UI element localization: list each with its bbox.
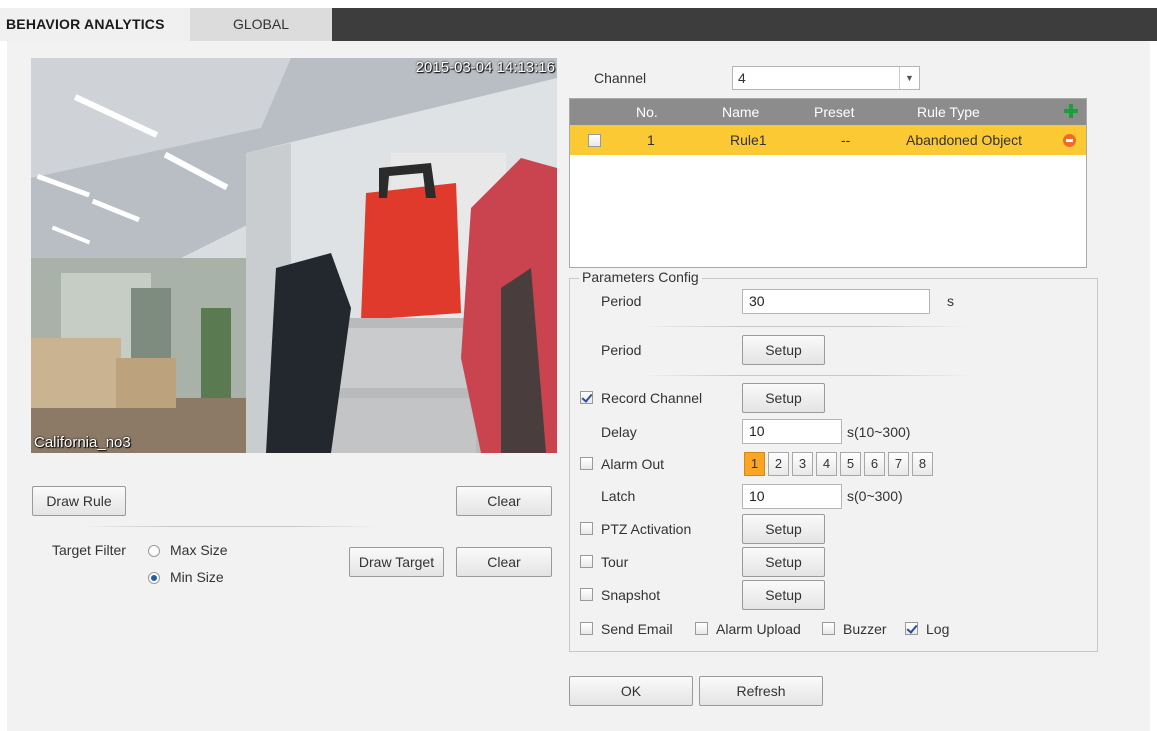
min-size-radio[interactable] bbox=[148, 572, 160, 584]
row-name: Rule1 bbox=[730, 132, 767, 148]
period-schedule-label: Period bbox=[601, 342, 642, 358]
draw-target-button[interactable]: Draw Target bbox=[349, 547, 444, 577]
video-timestamp: 2015-03-04 14:13:16 bbox=[415, 59, 555, 76]
tab-behavior-analytics[interactable]: BEHAVIOR ANALYTICS bbox=[0, 8, 190, 41]
alarm-upload-label: Alarm Upload bbox=[716, 621, 801, 637]
log-checkbox[interactable] bbox=[905, 622, 918, 635]
channel-label: Channel bbox=[594, 70, 647, 86]
snapshot-label: Snapshot bbox=[601, 587, 661, 603]
snapshot-setup-button[interactable]: Setup bbox=[742, 580, 825, 610]
tab-global[interactable]: GLOBAL bbox=[190, 8, 332, 41]
max-size-label: Max Size bbox=[170, 542, 228, 558]
video-channel-name: California_no3 bbox=[34, 434, 131, 451]
camera-scene-image bbox=[31, 58, 557, 453]
divider bbox=[80, 526, 380, 527]
alarm-output-4[interactable]: 4 bbox=[816, 452, 837, 476]
buzzer-label: Buzzer bbox=[843, 621, 887, 637]
alarm-output-8[interactable]: 8 bbox=[912, 452, 933, 476]
video-preview[interactable]: 2015-03-04 14:13:16 California_no3 bbox=[31, 58, 557, 453]
log-label: Log bbox=[926, 621, 950, 637]
col-name: Name bbox=[722, 104, 760, 120]
row-checkbox[interactable] bbox=[588, 134, 601, 147]
latch-range: s(0~300) bbox=[847, 488, 903, 504]
col-no: No. bbox=[636, 104, 658, 120]
table-header: No. Name Preset Rule Type bbox=[570, 99, 1086, 125]
ok-button[interactable]: OK bbox=[569, 676, 693, 706]
send-email-checkbox[interactable] bbox=[580, 622, 593, 635]
row-preset: -- bbox=[841, 132, 851, 148]
ptz-setup-button[interactable]: Setup bbox=[742, 514, 825, 544]
buzzer-checkbox[interactable] bbox=[822, 622, 835, 635]
period-label: Period bbox=[601, 293, 642, 309]
delay-range: s(10~300) bbox=[847, 424, 911, 440]
alarm-out-checkbox[interactable] bbox=[580, 457, 593, 470]
clear-target-button[interactable]: Clear bbox=[456, 547, 552, 577]
alarm-out-label: Alarm Out bbox=[601, 456, 665, 472]
parameters-config-title: Parameters Config bbox=[579, 269, 702, 285]
col-preset: Preset bbox=[814, 104, 855, 120]
record-channel-label: Record Channel bbox=[601, 390, 703, 406]
alarm-output-3[interactable]: 3 bbox=[792, 452, 813, 476]
record-setup-button[interactable]: Setup bbox=[742, 383, 825, 413]
tour-label: Tour bbox=[601, 554, 629, 570]
period-setup-button[interactable]: Setup bbox=[742, 335, 825, 365]
alarm-output-6[interactable]: 6 bbox=[864, 452, 885, 476]
row-no: 1 bbox=[647, 132, 655, 148]
rules-table: No. Name Preset Rule Type 1 Rule1 -- Aba… bbox=[569, 98, 1087, 268]
ptz-activation-checkbox[interactable] bbox=[580, 522, 593, 535]
period-input[interactable]: 30 bbox=[742, 289, 930, 314]
channel-select[interactable]: 4 ▼ bbox=[732, 66, 920, 90]
alarm-output-5[interactable]: 5 bbox=[840, 452, 861, 476]
add-rule-icon[interactable] bbox=[1064, 104, 1078, 118]
snapshot-checkbox[interactable] bbox=[580, 588, 593, 601]
refresh-button[interactable]: Refresh bbox=[699, 676, 823, 706]
latch-input[interactable]: 10 bbox=[742, 484, 842, 509]
clear-rule-button[interactable]: Clear bbox=[456, 486, 552, 516]
channel-select-value: 4 bbox=[738, 70, 746, 86]
alarm-output-1[interactable]: 1 bbox=[744, 452, 765, 476]
draw-rule-button[interactable]: Draw Rule bbox=[32, 486, 126, 516]
table-row[interactable]: 1 Rule1 -- Abandoned Object bbox=[570, 125, 1086, 155]
tour-setup-button[interactable]: Setup bbox=[742, 547, 825, 577]
row-rule-type: Abandoned Object bbox=[906, 132, 1022, 148]
ptz-activation-label: PTZ Activation bbox=[601, 521, 692, 537]
latch-label: Latch bbox=[601, 488, 636, 504]
alarm-upload-checkbox[interactable] bbox=[695, 622, 708, 635]
min-size-label: Min Size bbox=[170, 569, 224, 585]
period-unit: s bbox=[947, 293, 954, 309]
delay-label: Delay bbox=[601, 424, 637, 440]
max-size-radio[interactable] bbox=[148, 545, 160, 557]
record-channel-checkbox[interactable] bbox=[580, 391, 593, 404]
divider bbox=[640, 326, 970, 327]
tour-checkbox[interactable] bbox=[580, 555, 593, 568]
target-filter-label: Target Filter bbox=[52, 542, 126, 558]
alarm-output-2[interactable]: 2 bbox=[768, 452, 789, 476]
chevron-down-icon[interactable]: ▼ bbox=[899, 67, 919, 89]
send-email-label: Send Email bbox=[601, 621, 673, 637]
delete-rule-icon[interactable] bbox=[1063, 134, 1076, 147]
delay-input[interactable]: 10 bbox=[742, 419, 842, 444]
divider bbox=[640, 375, 970, 376]
col-rule-type: Rule Type bbox=[917, 104, 980, 120]
alarm-output-7[interactable]: 7 bbox=[888, 452, 909, 476]
